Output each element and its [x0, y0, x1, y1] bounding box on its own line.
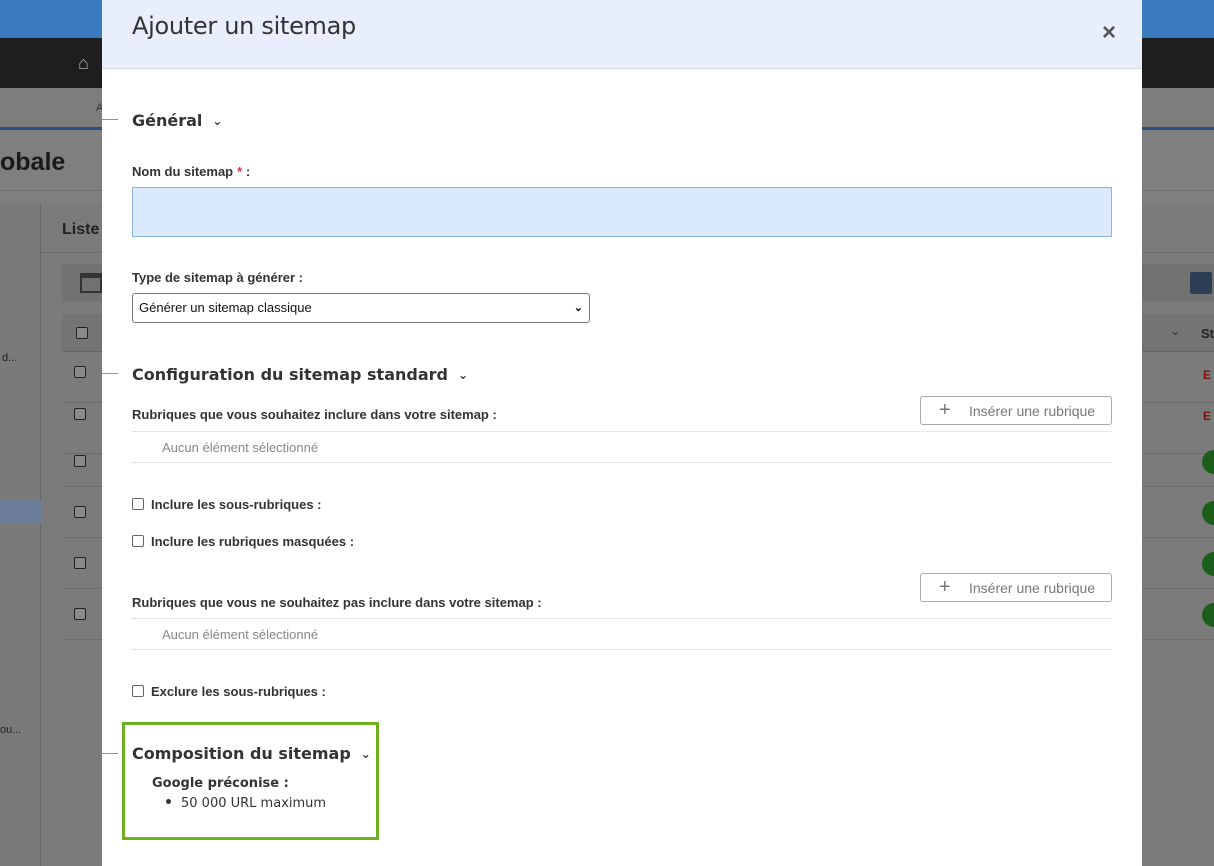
section-marker — [102, 373, 118, 374]
exclude-sections-list: Aucun élément sélectionné — [132, 618, 1112, 650]
plus-icon: + — [939, 399, 951, 421]
label-text: Nom du sitemap — [132, 164, 234, 179]
sitemap-name-input[interactable] — [132, 187, 1112, 237]
checkbox-label: Exclure les sous-rubriques : — [151, 684, 326, 699]
include-sections-list: Aucun élément sélectionné — [132, 431, 1112, 463]
close-icon[interactable]: × — [1098, 21, 1120, 45]
row-checkbox[interactable] — [74, 408, 86, 420]
chevron-down-icon: ⌄ — [573, 302, 583, 314]
sitemap-name-label: Nom du sitemap * : — [132, 164, 250, 179]
page-title: obale — [0, 148, 66, 176]
include-subsections-checkbox[interactable] — [132, 498, 144, 510]
panel-title: Liste — [62, 221, 100, 238]
sitemap-type-select[interactable]: Générer un sitemap classique ⌄ — [132, 293, 590, 323]
sidebar-item-label: ou... — [0, 724, 22, 736]
chevron-down-icon[interactable]: ⌄ — [361, 747, 371, 761]
include-sections-label: Rubriques que vous souhaitez inclure dan… — [132, 407, 497, 422]
label-suffix: : — [245, 164, 251, 179]
section-title: Composition du sitemap — [132, 744, 351, 763]
include-subsections-row: Inclure les sous-rubriques : — [132, 497, 322, 512]
button-label: Insérer une rubrique — [969, 580, 1096, 596]
sitemap-type-label: Type de sitemap à générer : — [132, 270, 303, 285]
section-marker — [102, 119, 118, 120]
status-badge: E — [1203, 368, 1212, 382]
button-label: Insérer une rubrique — [969, 403, 1096, 419]
chevron-down-icon[interactable]: ⌄ — [212, 114, 222, 128]
section-title: Général — [132, 111, 203, 130]
empty-selection-text: Aucun élément sélectionné — [162, 627, 319, 642]
exclude-sections-label: Rubriques que vous ne souhaitez pas incl… — [132, 595, 542, 610]
row-checkbox[interactable] — [74, 366, 86, 378]
row-checkbox[interactable] — [74, 506, 86, 518]
sidebar-item-active[interactable] — [0, 500, 41, 524]
empty-selection-text: Aucun élément sélectionné — [162, 440, 319, 455]
row-checkbox[interactable] — [74, 455, 86, 467]
list-item: 50 000 URL maximum — [166, 796, 326, 811]
chevron-down-icon[interactable]: ⌄ — [458, 368, 468, 382]
exclude-subsections-row: Exclure les sous-rubriques : — [132, 684, 326, 699]
section-config-header[interactable]: Configuration du sitemap standard ⌄ — [132, 365, 468, 384]
plus-icon: + — [939, 576, 951, 598]
status-badge: E — [1203, 409, 1212, 423]
row-checkbox[interactable] — [74, 608, 86, 620]
section-general-header[interactable]: Général ⌄ — [132, 111, 222, 130]
required-marker: * — [237, 164, 243, 179]
checkbox-label: Inclure les rubriques masquées : — [151, 534, 355, 549]
chevron-down-icon[interactable]: ⌄ — [1170, 324, 1180, 338]
section-composition-header[interactable]: Composition du sitemap ⌄ — [132, 744, 371, 763]
section-title: Configuration du sitemap standard — [132, 365, 448, 384]
modal-header: Ajouter un sitemap × — [102, 0, 1142, 69]
sidebar-item-label: d... — [2, 352, 18, 364]
select-value: Générer un sitemap classique — [139, 300, 312, 315]
row-checkbox[interactable] — [74, 557, 86, 569]
insert-include-section-button[interactable]: + Insérer une rubrique — [920, 396, 1112, 425]
modal-title: Ajouter un sitemap — [132, 12, 356, 40]
checkbox-label: Inclure les sous-rubriques : — [151, 497, 322, 512]
include-hidden-row: Inclure les rubriques masquées : — [132, 534, 354, 549]
exclude-subsections-checkbox[interactable] — [132, 685, 144, 697]
add-sitemap-modal: Ajouter un sitemap × Général ⌄ Nom du sit… — [102, 0, 1142, 866]
list-item-text: 50 000 URL maximum — [181, 796, 327, 811]
composition-subtitle: Google préconise : — [152, 776, 289, 791]
insert-exclude-section-button[interactable]: + Insérer une rubrique — [920, 573, 1112, 602]
select-all-checkbox[interactable] — [76, 327, 88, 339]
section-marker — [102, 753, 118, 754]
calendar-icon[interactable] — [80, 273, 102, 293]
bullet — [166, 799, 171, 804]
save-icon[interactable] — [1190, 272, 1212, 294]
include-hidden-checkbox[interactable] — [132, 535, 144, 547]
home-icon[interactable]: ⌂ — [78, 54, 89, 72]
column-header-status[interactable]: St — [1201, 326, 1214, 341]
sidebar — [0, 204, 41, 866]
